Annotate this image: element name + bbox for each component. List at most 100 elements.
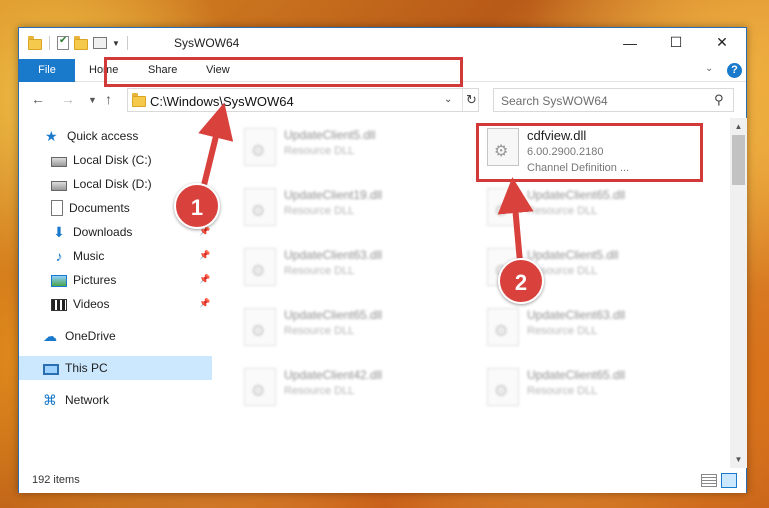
- dll-file-icon: [487, 308, 519, 346]
- sidebar-item-this-pc[interactable]: This PC: [19, 356, 212, 380]
- properties-check-icon[interactable]: [57, 35, 69, 50]
- file-name: UpdateClient65.dll: [284, 308, 383, 322]
- file-type: Resource DLL: [284, 145, 355, 157]
- pictures-icon: [51, 275, 67, 287]
- sidebar-item-local-disk-c[interactable]: Local Disk (C:): [19, 148, 212, 172]
- sidebar-item-label: Music: [73, 249, 105, 263]
- address-dropdown-icon[interactable]: ⌄: [444, 94, 452, 105]
- file-type: Resource DLL: [284, 385, 355, 397]
- expand-ribbon-icon[interactable]: ⌄: [705, 63, 713, 74]
- toolbar-divider: [49, 36, 50, 50]
- list-item[interactable]: UpdateClient65.dll Resource DLL: [479, 362, 699, 414]
- toolbar-divider: [126, 36, 128, 50]
- scroll-thumb[interactable]: [732, 135, 745, 185]
- properties-icon[interactable]: [93, 37, 107, 49]
- sidebar-item-music[interactable]: ♪ Music 📌: [19, 244, 212, 268]
- list-item[interactable]: UpdateClient5.dll Resource DLL: [236, 122, 456, 174]
- pin-icon[interactable]: 📌: [199, 250, 210, 261]
- address-path[interactable]: C:\Windows\SysWOW64: [150, 94, 294, 109]
- scroll-down-icon[interactable]: ▼: [730, 451, 747, 468]
- title-bar: ▼ SysWOW64 — ☐ ✕: [19, 28, 746, 59]
- list-item[interactable]: UpdateClient19.dll Resource DLL: [236, 182, 456, 234]
- sidebar-item-label: This PC: [65, 361, 108, 375]
- address-bar-highlight: [104, 57, 463, 87]
- file-type: Resource DLL: [284, 265, 355, 277]
- sidebar-item-label: OneDrive: [65, 329, 116, 343]
- network-icon: ⌘: [43, 392, 57, 408]
- file-name: UpdateClient5.dll: [284, 128, 376, 142]
- dll-file-icon: [244, 188, 276, 226]
- file-type: Resource DLL: [527, 385, 598, 397]
- forward-arrow-icon[interactable]: →: [61, 91, 75, 107]
- file-name: UpdateClient5.dll: [527, 248, 619, 262]
- status-bar: 192 items: [19, 468, 746, 493]
- scroll-up-icon[interactable]: ▲: [730, 118, 747, 135]
- disk-icon: [51, 180, 67, 191]
- disk-icon: [51, 156, 67, 167]
- search-icon[interactable]: ⚲: [714, 92, 724, 108]
- dll-file-icon: [244, 248, 276, 286]
- dll-file-icon: [244, 308, 276, 346]
- sidebar-item-quick-access[interactable]: ★ Quick access: [19, 124, 212, 148]
- pin-icon[interactable]: 📌: [199, 298, 210, 309]
- file-highlight: [476, 123, 703, 182]
- file-explorer-window: ▼ SysWOW64 — ☐ ✕ File Home Share View ⌄ …: [18, 27, 747, 493]
- large-icons-view-icon[interactable]: [721, 473, 737, 488]
- search-placeholder[interactable]: Search SysWOW64: [501, 94, 608, 108]
- dll-file-icon: [244, 128, 276, 166]
- vertical-scrollbar[interactable]: ▲ ▼: [730, 118, 747, 468]
- file-type: Resource DLL: [527, 325, 598, 337]
- new-folder-icon[interactable]: [74, 35, 88, 50]
- list-item[interactable]: UpdateClient65.dll Resource DLL: [236, 302, 456, 354]
- sidebar-item-network[interactable]: ⌘ Network: [19, 388, 212, 412]
- dll-file-icon: [487, 368, 519, 406]
- folder-icon: [132, 93, 146, 107]
- file-name: UpdateClient63.dll: [284, 248, 383, 262]
- sidebar-item-label: Pictures: [73, 273, 117, 287]
- dll-file-icon: [487, 188, 519, 226]
- address-bar[interactable]: C:\Windows\SysWOW64 ⌄ ↻: [127, 88, 479, 112]
- sidebar-item-label: Documents: [69, 201, 130, 215]
- document-icon: [51, 200, 63, 216]
- list-item[interactable]: UpdateClient65.dll Resource DLL: [479, 182, 699, 234]
- folder-icon[interactable]: [28, 35, 42, 50]
- window-title: SysWOW64: [174, 36, 240, 50]
- recent-locations-icon[interactable]: ▼: [88, 95, 97, 105]
- file-name: UpdateClient65.dll: [527, 368, 626, 382]
- file-type: Resource DLL: [284, 325, 355, 337]
- quick-access-toolbar: ▼: [28, 35, 130, 50]
- close-button[interactable]: ✕: [699, 28, 745, 57]
- star-icon: ★: [45, 128, 58, 144]
- customize-toolbar-icon[interactable]: ▼: [112, 39, 120, 48]
- navigation-pane: ★ Quick access Local Disk (C:) Local Dis…: [19, 118, 214, 458]
- sidebar-item-label: Downloads: [73, 225, 133, 239]
- computer-icon: [43, 363, 59, 375]
- videos-icon: [51, 299, 67, 311]
- file-name: UpdateClient65.dll: [527, 188, 626, 202]
- download-icon: ⬇: [53, 224, 65, 240]
- pin-icon[interactable]: 📌: [199, 274, 210, 285]
- list-item[interactable]: UpdateClient63.dll Resource DLL: [479, 302, 699, 354]
- sidebar-item-pictures[interactable]: Pictures 📌: [19, 268, 212, 292]
- file-name: UpdateClient42.dll: [284, 368, 383, 382]
- sidebar-item-videos[interactable]: Videos 📌: [19, 292, 212, 316]
- search-box[interactable]: Search SysWOW64 ⚲: [493, 88, 734, 112]
- refresh-icon[interactable]: ↻: [462, 89, 480, 111]
- details-view-icon[interactable]: [701, 474, 717, 487]
- sidebar-item-label: Quick access: [67, 129, 139, 143]
- file-type: Resource DLL: [527, 205, 598, 217]
- list-item[interactable]: UpdateClient42.dll Resource DLL: [236, 362, 456, 414]
- maximize-button[interactable]: ☐: [653, 28, 699, 57]
- sidebar-item-onedrive[interactable]: ☁ OneDrive: [19, 324, 212, 348]
- cloud-icon: ☁: [43, 328, 57, 344]
- up-arrow-icon[interactable]: ↑: [105, 91, 112, 107]
- help-icon[interactable]: ?: [727, 63, 742, 78]
- back-arrow-icon[interactable]: ←: [31, 91, 45, 107]
- file-name: UpdateClient63.dll: [527, 308, 626, 322]
- callout-badge-1: 1: [174, 183, 220, 229]
- list-item[interactable]: UpdateClient63.dll Resource DLL: [236, 242, 456, 294]
- minimize-button[interactable]: —: [607, 28, 653, 57]
- navigation-bar: ← → ▼ ↑ C:\Windows\SysWOW64 ⌄ ↻ Search S…: [19, 82, 746, 118]
- tab-file[interactable]: File: [19, 59, 75, 82]
- dll-file-icon: [244, 368, 276, 406]
